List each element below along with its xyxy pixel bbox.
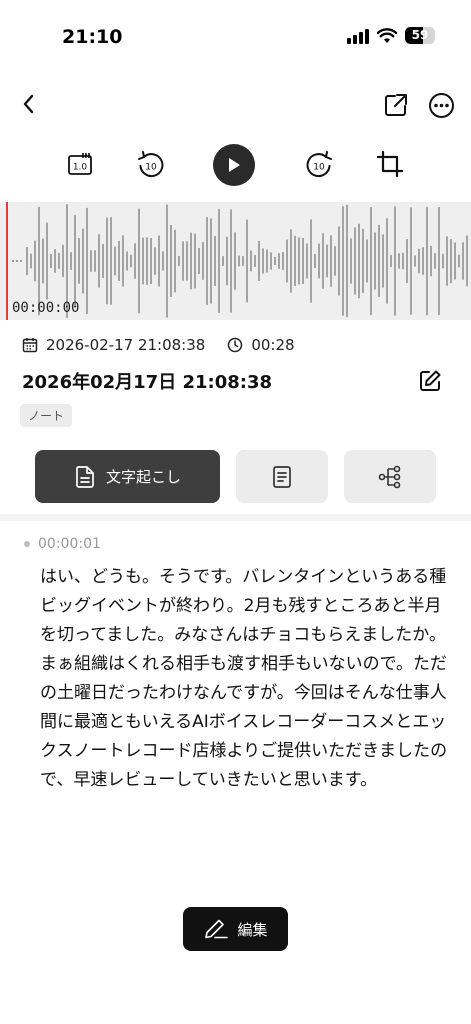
rewind-label: 10 xyxy=(145,163,157,173)
battery-icon: 59 xyxy=(405,27,435,44)
note-tag[interactable]: ノート xyxy=(20,404,73,427)
current-time: 00:00:00 xyxy=(12,300,80,316)
edit-button-label: 編集 xyxy=(237,920,268,939)
rewind-10-icon: 10 xyxy=(138,151,164,178)
clock-icon xyxy=(228,337,243,353)
status-bar: 21:10 59 xyxy=(0,0,471,70)
crop-icon xyxy=(377,151,403,177)
recording-date: 2026-02-17 21:08:38 xyxy=(46,336,206,354)
forward-button[interactable]: 10 xyxy=(304,150,334,180)
status-time: 21:10 xyxy=(62,26,123,48)
mindmap-icon xyxy=(378,465,401,488)
tab-transcript-label: 文字起こし xyxy=(105,468,181,486)
pencil-icon xyxy=(205,919,229,939)
calendar-icon xyxy=(22,338,38,353)
waveform[interactable]: 00:00:00 xyxy=(0,202,471,320)
speed-label: 1.0 xyxy=(73,163,88,173)
cellular-signal-icon xyxy=(347,28,369,44)
share-button[interactable] xyxy=(382,91,410,119)
edit-button[interactable]: 編集 xyxy=(183,907,288,951)
speed-icon: 1.0 xyxy=(68,153,92,175)
transcript-text[interactable]: はい、どうも。そうです。バレンタインというある種ビッグイベントが終わり。2月も残… xyxy=(40,563,450,795)
wifi-icon xyxy=(377,27,397,43)
playback-speed-button[interactable]: 1.0 xyxy=(66,150,94,178)
document-icon xyxy=(76,465,94,488)
back-button[interactable] xyxy=(14,90,42,118)
tab-mindmap[interactable] xyxy=(344,450,436,503)
timestamp-label: 00:00:01 xyxy=(38,536,101,552)
play-button[interactable] xyxy=(213,144,255,186)
playhead[interactable] xyxy=(6,202,8,320)
tab-summary[interactable] xyxy=(236,450,328,503)
share-icon xyxy=(385,94,407,116)
forward-10-icon: 10 xyxy=(306,151,332,178)
transcript-timestamp[interactable]: 00:00:01 xyxy=(24,536,101,552)
edit-icon xyxy=(420,370,441,391)
recording-meta: 2026-02-17 21:08:38 00:28 xyxy=(22,336,295,354)
edit-title-button[interactable] xyxy=(417,368,443,394)
recording-title: 2026年02月17日 21:08:38 xyxy=(22,372,273,393)
rewind-button[interactable]: 10 xyxy=(136,150,166,180)
chevron-left-icon xyxy=(23,94,34,114)
forward-label: 10 xyxy=(313,163,325,173)
status-icons: 59 xyxy=(347,27,435,44)
trim-button[interactable] xyxy=(376,150,404,178)
more-button[interactable] xyxy=(427,91,455,119)
more-horizontal-icon xyxy=(428,92,454,118)
player-controls: 1.0 10 10 xyxy=(0,140,471,190)
timestamp-dot xyxy=(24,541,30,547)
document-lines-icon xyxy=(273,465,291,488)
recording-duration: 00:28 xyxy=(251,336,295,354)
tab-transcript[interactable]: 文字起こし xyxy=(35,450,220,503)
play-icon xyxy=(229,158,240,172)
battery-percent: 59 xyxy=(411,28,429,42)
section-divider xyxy=(0,514,471,521)
